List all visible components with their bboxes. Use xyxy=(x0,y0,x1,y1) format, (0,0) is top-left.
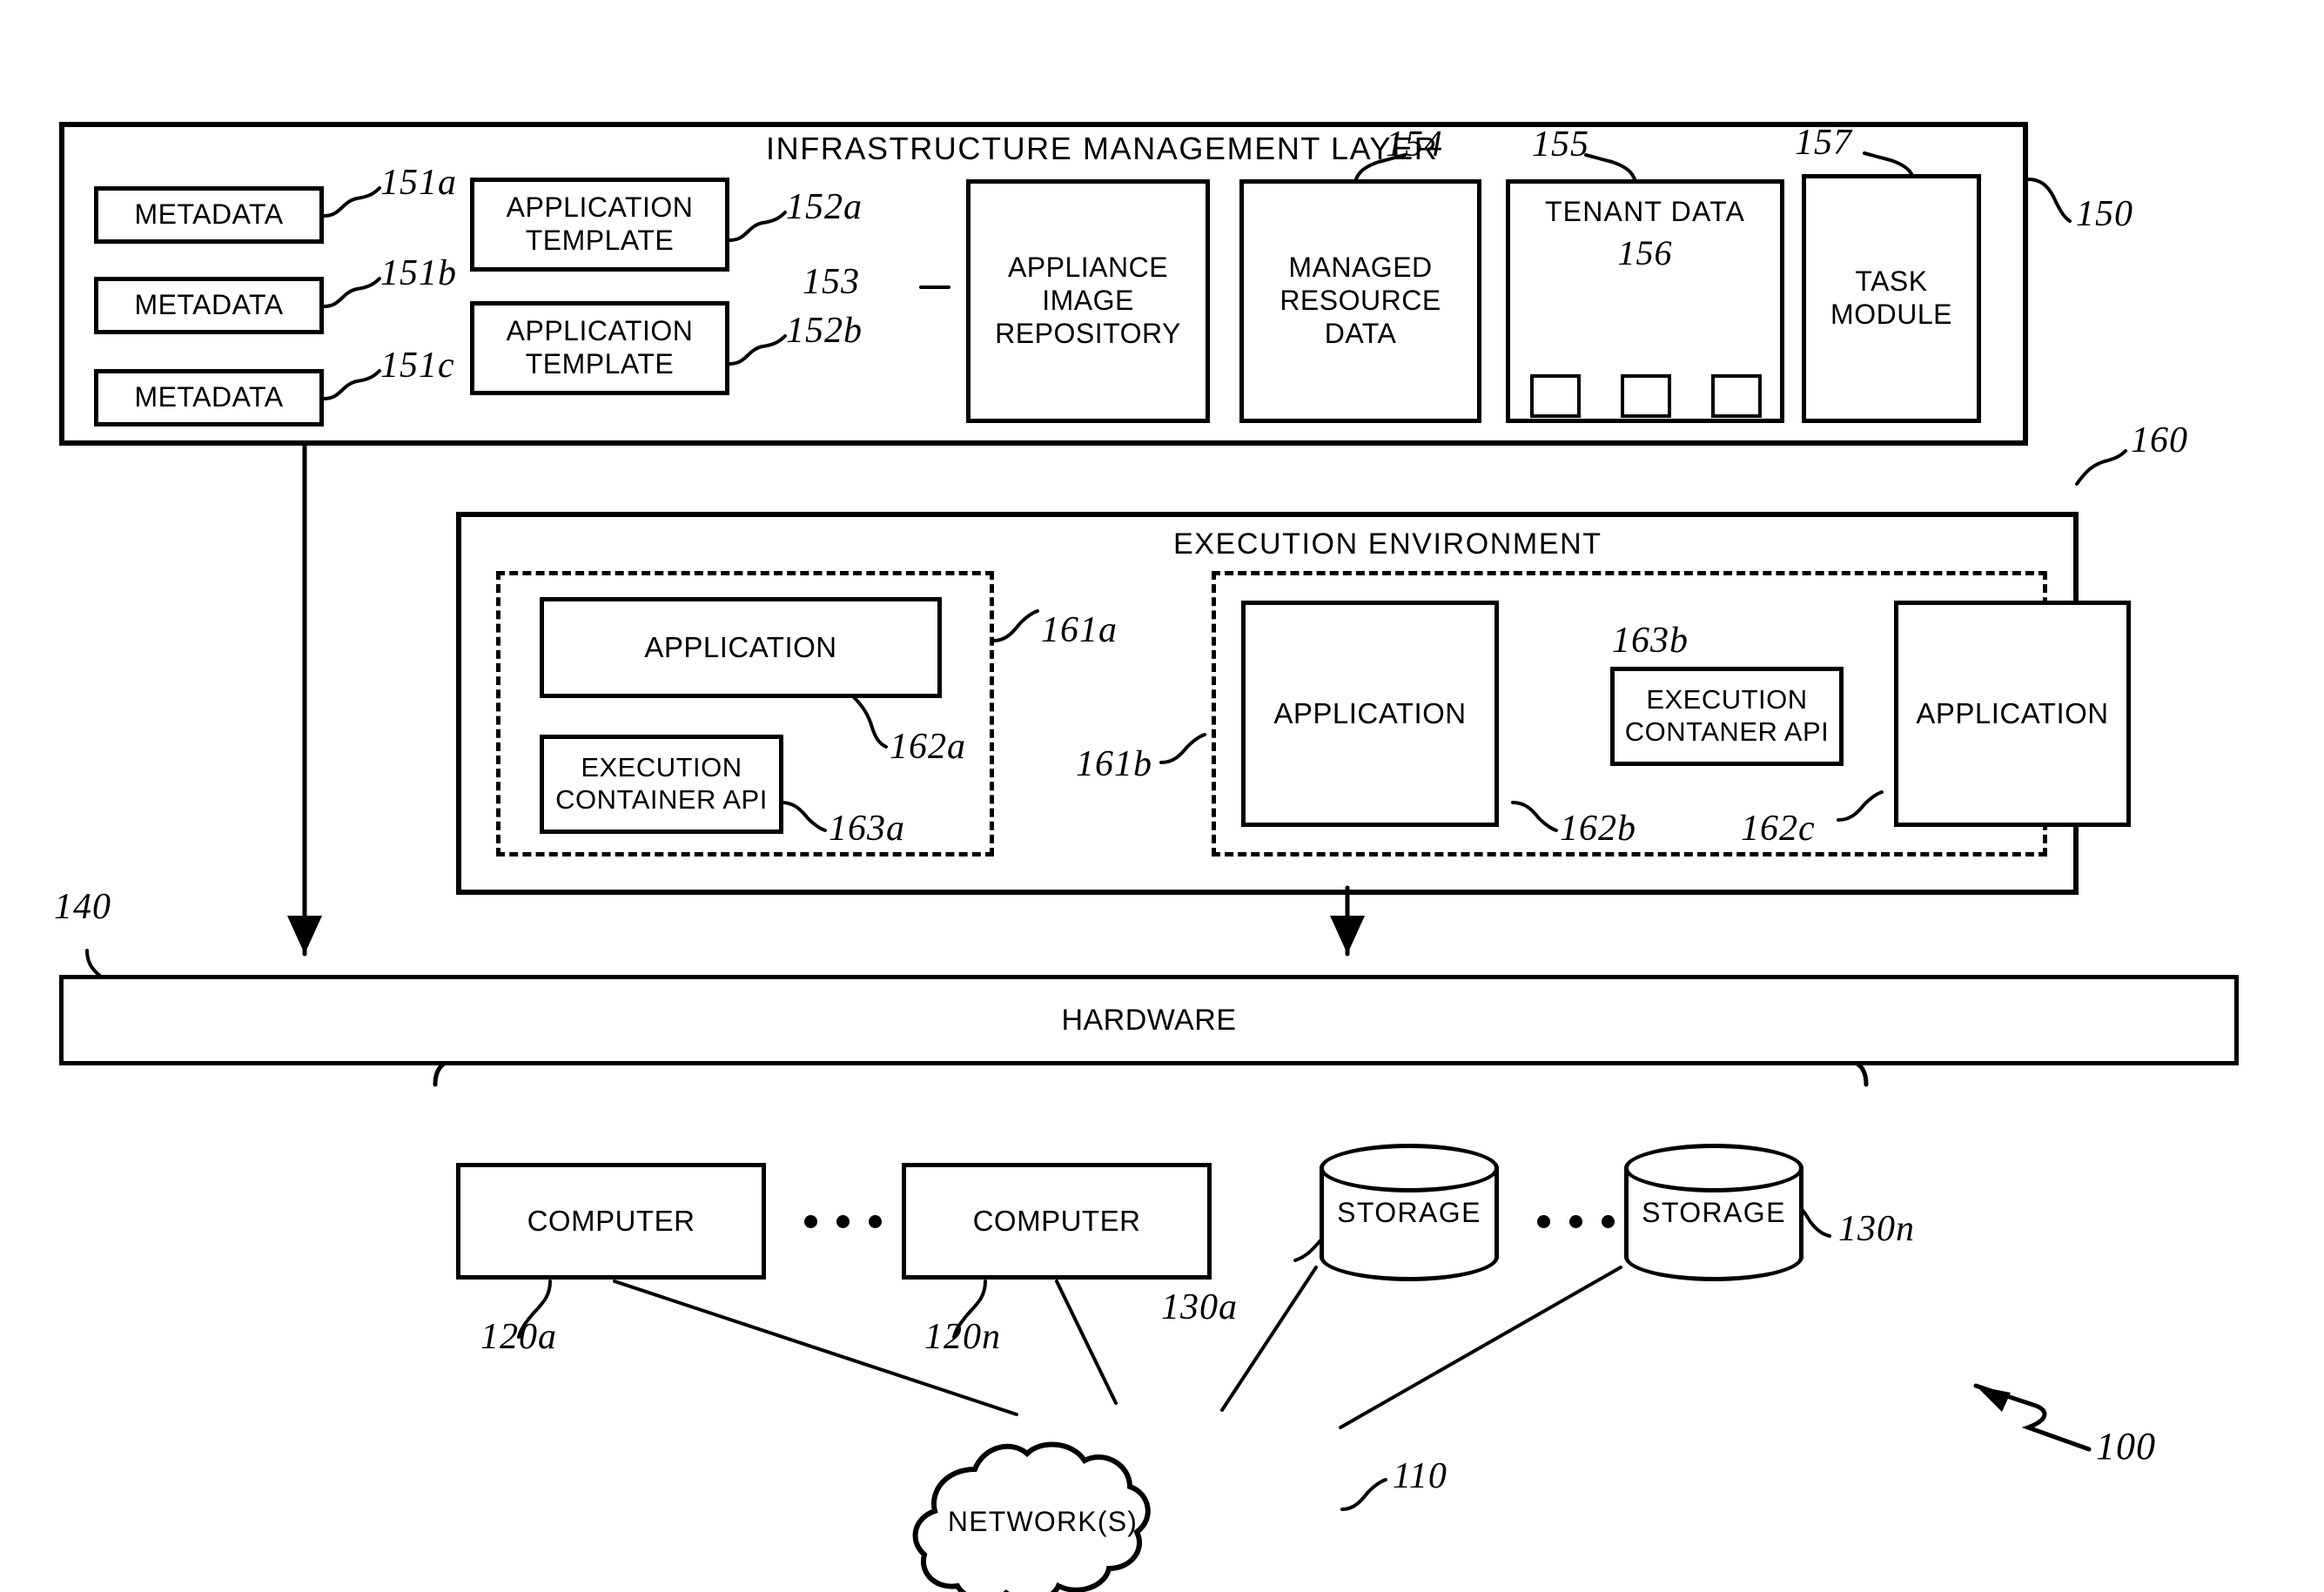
ref-151c: 151c xyxy=(380,346,455,386)
ref-162a: 162a xyxy=(890,727,966,767)
ref-100: 100 xyxy=(2096,1425,2156,1468)
ref-157: 157 xyxy=(1795,123,1852,163)
storage-label-wrap: STORAGE xyxy=(1320,1144,1499,1281)
execution-container-api-line1: EXECUTION xyxy=(581,752,742,783)
storage-label-wrap: STORAGE xyxy=(1624,1144,1803,1281)
appliance-line2: IMAGE xyxy=(1042,285,1134,317)
computer-label: COMPUTER xyxy=(527,1204,695,1237)
ref-110: 110 xyxy=(1393,1456,1447,1496)
execution-container-api-line2: CONTANER API xyxy=(1624,716,1830,747)
ref-150: 150 xyxy=(2076,194,2133,234)
application-template-line2: TEMPLATE xyxy=(525,225,675,256)
hardware-label: HARDWARE xyxy=(1061,1003,1237,1037)
appliance-line3: REPOSITORY xyxy=(995,317,1181,349)
metadata-label: METADATA xyxy=(134,198,284,231)
hardware-bar: HARDWARE xyxy=(59,975,2239,1065)
application-label: APPLICATION xyxy=(1273,696,1467,729)
ref-120a: 120a xyxy=(480,1317,557,1357)
execution-container-api-box-163a: EXECUTION CONTAINER API xyxy=(540,735,783,834)
ref-140: 140 xyxy=(54,887,111,927)
managed-line3: DATA xyxy=(1324,317,1397,349)
application-label: APPLICATION xyxy=(1916,696,2109,729)
tenant-data-label: TENANT DATA xyxy=(1544,196,1746,227)
task-module-line1: TASK xyxy=(1855,265,1928,298)
infrastructure-management-layer-title: INFRASTRUCTURE MANAGEMENT LAYER xyxy=(766,131,1439,166)
ref-130n: 130n xyxy=(1838,1209,1915,1249)
application-box-162a: APPLICATION xyxy=(540,597,942,698)
computer-box-120n: COMPUTER xyxy=(902,1163,1212,1280)
ref-152b: 152b xyxy=(786,311,863,351)
execution-container-api-line1: EXECUTION xyxy=(1646,684,1808,715)
appliance-image-repository-box: APPLIANCE IMAGE REPOSITORY xyxy=(966,179,1210,423)
execution-container-api-line2: CONTAINER API xyxy=(555,784,768,815)
patent-figure: INFRASTRUCTURE MANAGEMENT LAYER 150 META… xyxy=(0,0,2324,1592)
ref-162b: 162b xyxy=(1560,809,1636,849)
storage-ellipsis xyxy=(1537,1215,1615,1228)
ref-151b: 151b xyxy=(380,253,457,293)
task-module-box: TASK MODULE xyxy=(1802,174,1981,423)
storage-label: STORAGE xyxy=(1642,1196,1786,1228)
application-label: APPLICATION xyxy=(644,630,837,663)
network-label: NETWORK(S) xyxy=(947,1506,1138,1537)
application-template-box-152a: APPLICATION TEMPLATE xyxy=(470,178,729,272)
managed-line1: MANAGED xyxy=(1288,252,1433,284)
tenant-sub-box-2 xyxy=(1621,374,1671,418)
tenant-sub-box-1 xyxy=(1530,374,1581,418)
ref-153: 153 xyxy=(803,262,860,302)
application-template-line2: TEMPLATE xyxy=(525,348,675,380)
ref-163b: 163b xyxy=(1612,621,1689,661)
computer-box-120a: COMPUTER xyxy=(456,1163,766,1280)
ref-155: 155 xyxy=(1532,124,1589,165)
ref-130a: 130a xyxy=(1161,1287,1238,1327)
tenant-sub-box-3 xyxy=(1711,374,1762,418)
storage-label: STORAGE xyxy=(1337,1196,1481,1228)
ref-161b: 161b xyxy=(1076,744,1152,784)
ref-162c: 162c xyxy=(1741,809,1816,849)
storage-cylinder-130a: STORAGE xyxy=(1320,1144,1499,1281)
storage-cylinder-130n: STORAGE xyxy=(1624,1144,1803,1281)
ref-161a: 161a xyxy=(1041,610,1118,650)
execution-container-api-box-163b: EXECUTION CONTANER API xyxy=(1610,667,1844,766)
ref-152a: 152a xyxy=(786,187,863,227)
ref-154: 154 xyxy=(1386,124,1443,165)
ref-160: 160 xyxy=(2131,420,2188,460)
managed-resource-data-box: MANAGED RESOURCE DATA xyxy=(1239,179,1481,423)
appliance-line1: APPLIANCE xyxy=(1007,252,1169,284)
computer-ellipsis xyxy=(804,1215,882,1228)
execution-environment-title: EXECUTION ENVIRONMENT xyxy=(1173,527,1602,561)
application-box-162c: APPLICATION xyxy=(1894,601,2131,827)
ref-163a: 163a xyxy=(829,809,905,849)
metadata-box-151a: METADATA xyxy=(94,186,324,244)
ref-151a: 151a xyxy=(380,163,457,203)
ref-156: 156 xyxy=(1617,232,1673,272)
application-box-162b: APPLICATION xyxy=(1241,601,1499,827)
application-template-box-152b: APPLICATION TEMPLATE xyxy=(470,301,729,395)
application-template-line1: APPLICATION xyxy=(506,191,694,224)
metadata-box-151c: METADATA xyxy=(94,369,324,427)
metadata-label: METADATA xyxy=(134,289,284,321)
application-template-line1: APPLICATION xyxy=(506,315,694,347)
ref-120n: 120n xyxy=(924,1317,1001,1357)
metadata-label: METADATA xyxy=(134,381,284,413)
computer-label: COMPUTER xyxy=(972,1204,1141,1237)
managed-line2: RESOURCE xyxy=(1280,285,1441,317)
task-module-line2: MODULE xyxy=(1830,299,1952,330)
metadata-box-151b: METADATA xyxy=(94,277,324,334)
